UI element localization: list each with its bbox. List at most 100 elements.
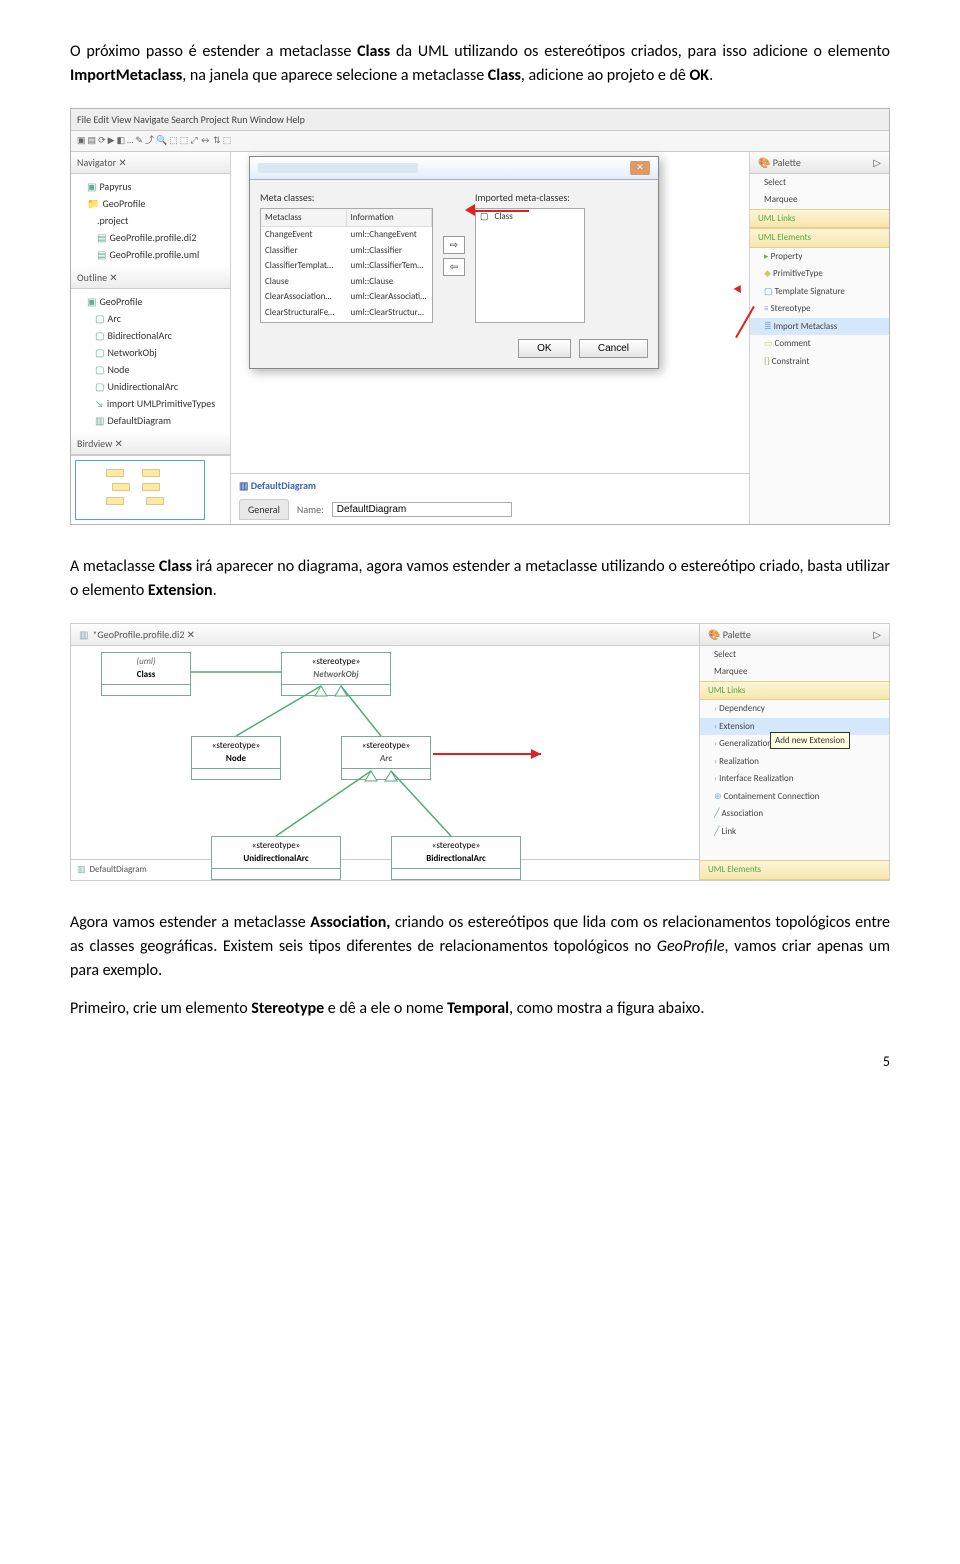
meta-classes-label: Meta classes: — [260, 190, 433, 205]
meta-row[interactable]: ClearAssociation… — [261, 289, 347, 305]
ide-screenshot-2: ▥*GeoProfile.profile.di2 ✕ (uml)Class «s… — [70, 623, 890, 881]
page-number: 5 — [70, 1051, 890, 1072]
outline-root[interactable]: GeoProfile — [99, 295, 142, 308]
text: Agora vamos estender a metaclasse — [70, 913, 310, 932]
pal-template: ▢ Template Signature — [750, 283, 889, 301]
dialog-title-blurred — [258, 163, 418, 173]
stereotype-icon: ▢ — [95, 346, 104, 359]
name-input[interactable] — [332, 502, 512, 517]
diagram-icon: ▥ — [77, 864, 86, 875]
nav-item[interactable]: .project — [97, 214, 128, 227]
stereotype-icon: ▢ — [95, 329, 104, 342]
node-box[interactable]: «stereotype»Node — [191, 736, 281, 780]
outline-item[interactable]: BidirectionalArc — [107, 329, 171, 342]
stereotype-icon: ▢ — [95, 363, 104, 376]
ide-screenshot-1: File Edit View Navigate Search Project R… — [70, 108, 890, 525]
meta-classes-list[interactable]: MetaclassInformation ChangeEventuml::Cha… — [260, 208, 433, 323]
meta-row[interactable]: ClearVariableActi… — [261, 320, 347, 323]
diagram-canvas[interactable]: (uml)Class «stereotype»NetworkObj «stere… — [71, 646, 699, 860]
birdview-tab[interactable]: Birdview ✕ — [71, 433, 230, 455]
unidirectionalarc-box[interactable]: «stereotype»UnidirectionalArc — [211, 836, 341, 880]
bidirectionalarc-box[interactable]: «stereotype»BidirectionalArc — [391, 836, 521, 880]
text-bold: Temporal — [447, 999, 509, 1018]
pal-dependency: › Dependency — [700, 700, 889, 718]
nav-item[interactable]: GeoProfile — [102, 197, 145, 210]
meta-row[interactable]: ClassifierTemplat… — [261, 258, 347, 274]
pal-elems-section[interactable]: UML Elements — [750, 228, 889, 248]
navigator-tab[interactable]: Navigator ✕ — [71, 152, 230, 174]
diagram-footer: ▥DefaultDiagram — [71, 859, 699, 880]
text: . — [709, 66, 713, 85]
outline-item[interactable]: Node — [107, 363, 129, 376]
pal-marquee[interactable]: Marquee — [750, 191, 889, 209]
diagram-icon: ▥ — [79, 628, 88, 641]
ok-button[interactable]: OK — [518, 339, 570, 358]
palette-title: Palette — [723, 628, 751, 641]
outline-item[interactable]: Arc — [107, 312, 120, 325]
props-diagram: DefaultDiagram — [251, 479, 316, 492]
paragraph-1: O próximo passo é estender a metaclasse … — [70, 40, 890, 88]
nav-item[interactable]: GeoProfile.profile.uml — [109, 248, 199, 261]
stereotype-icon: ▢ — [95, 312, 104, 325]
pal-property: ▸ Property — [750, 248, 889, 266]
imported-list[interactable]: ▢ Class — [475, 208, 585, 323]
diagram-icon: ▥ — [239, 479, 248, 492]
arc-box[interactable]: «stereotype»Arc — [341, 736, 431, 780]
meta-row[interactable]: ChangeEvent — [261, 227, 347, 243]
pal-select[interactable]: Select — [750, 174, 889, 192]
text-italic: GeoProfile — [657, 937, 725, 956]
outline-item[interactable]: NetworkObj — [107, 346, 156, 359]
palette-panel-2: 🎨 Palette▷ Select Marquee UML Links › De… — [699, 624, 889, 880]
text: e dê a ele o nome — [324, 999, 447, 1018]
cancel-button[interactable]: Cancel — [579, 339, 648, 358]
uml-links-section[interactable]: UML Links — [700, 681, 889, 701]
pal-import-metaclass: ≣ Import Metaclass — [750, 318, 889, 336]
tool-bar[interactable]: ▣ ▤ ⟳ ▶ ◧ … ✎ ⤴ 🔍 ⬚ ⬚ ⤢ ↔ ⇅ ⬚ — [71, 131, 889, 152]
birdview-panel — [71, 455, 230, 524]
text-bold: Association, — [310, 913, 395, 932]
paragraph-4: Primeiro, crie um elemento Stereotype e … — [70, 997, 890, 1021]
outline-item[interactable]: DefaultDiagram — [107, 414, 171, 427]
meta-row[interactable]: ClearStructuralFe… — [261, 305, 347, 321]
text: O próximo passo é estender a metaclasse — [70, 42, 357, 61]
menu-bar[interactable]: File Edit View Navigate Search Project R… — [71, 109, 889, 131]
text-bold: ImportMetaclass — [70, 66, 182, 85]
text: , adicione ao projeto e dê — [521, 66, 690, 85]
text-bold: Class — [159, 557, 192, 576]
pal-select[interactable]: Select — [700, 646, 889, 664]
text-bold: Class — [357, 42, 390, 61]
profile-icon: ▣ — [87, 295, 96, 308]
pal-link: ╱ Link — [700, 823, 889, 841]
text-bold: OK — [689, 66, 709, 85]
add-button[interactable]: ⇨ — [443, 236, 465, 254]
text: . — [213, 581, 217, 600]
paragraph-3: Agora vamos estender a metaclasse Associ… — [70, 911, 890, 983]
close-icon[interactable]: ✕ — [630, 161, 650, 175]
meta-row[interactable]: Classifier — [261, 243, 347, 259]
text-bold: Extension — [148, 581, 213, 600]
chevron-icon[interactable]: ▷ — [873, 627, 881, 642]
pal-marquee[interactable]: Marquee — [700, 663, 889, 681]
outline-panel[interactable]: ▣GeoProfile ▢Arc ▢BidirectionalArc ▢Netw… — [71, 289, 230, 433]
navigator-panel[interactable]: ▣Papyrus 📁GeoProfile .project ▤GeoProfil… — [71, 174, 230, 267]
file-icon: ▤ — [97, 231, 106, 244]
uml-class-box[interactable]: (uml)Class — [101, 652, 191, 696]
text: A metaclasse — [70, 557, 159, 576]
outline-item[interactable]: import UMLPrimitiveTypes — [107, 397, 215, 410]
import-metaclass-dialog: ✕ Meta classes: MetaclassInformation Cha… — [249, 156, 659, 369]
meta-row[interactable]: Clause — [261, 274, 347, 290]
pal-links-section[interactable]: UML Links — [750, 209, 889, 229]
nav-item[interactable]: GeoProfile.profile.di2 — [109, 231, 196, 244]
palette-title: Palette — [773, 156, 801, 169]
perspective-icon: ▣ — [87, 180, 96, 193]
uml-elements-section[interactable]: UML Elements — [700, 860, 889, 880]
outline-tab[interactable]: Outline ✕ — [71, 267, 230, 289]
paragraph-2: A metaclasse Class irá aparecer no diagr… — [70, 555, 890, 603]
outline-item[interactable]: UnidirectionalArc — [107, 380, 178, 393]
general-tab[interactable]: General — [239, 499, 289, 520]
networkobj-box[interactable]: «stereotype»NetworkObj — [281, 652, 391, 696]
text: , como mostra a figura abaixo. — [509, 999, 704, 1018]
pal-extension: › Extension Add new Extension — [700, 718, 889, 736]
remove-button[interactable]: ⇦ — [443, 258, 465, 276]
chevron-icon[interactable]: ▷ — [873, 155, 881, 170]
